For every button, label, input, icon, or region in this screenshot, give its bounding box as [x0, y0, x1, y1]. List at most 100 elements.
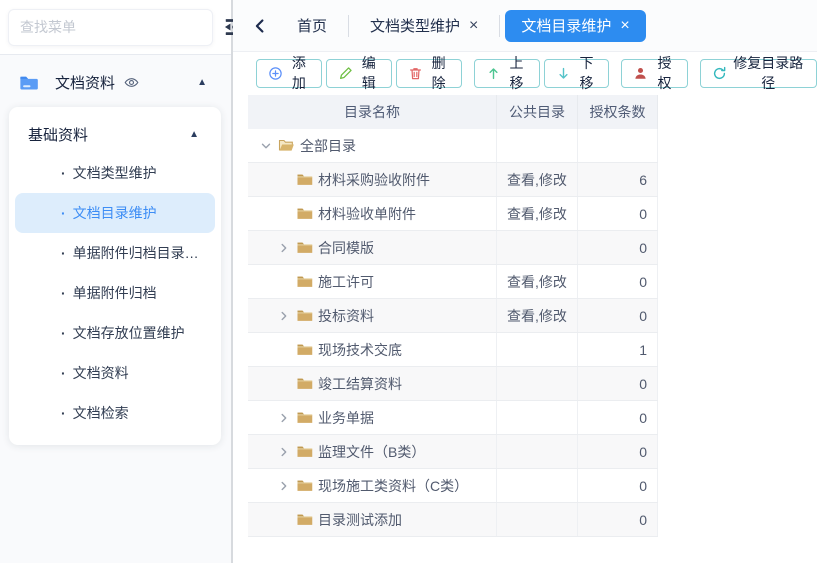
collapse-caret-icon[interactable]: ▲ — [189, 129, 209, 140]
tab-label: 文档目录维护 — [521, 15, 611, 36]
column-header-1: 公共目录 — [497, 95, 578, 129]
toolbar-button-label: 下移 — [576, 53, 598, 93]
sidebar-item-5[interactable]: ·文档资料 — [15, 353, 215, 393]
submenu-header-basic-data[interactable]: 基础资料 ▲ — [15, 113, 215, 153]
cell-directory-name: 材料验收单附件 — [248, 197, 497, 230]
cell-public-directory — [497, 503, 578, 536]
tab-1[interactable]: 文档类型维护 × — [354, 10, 494, 42]
tab-close-icon[interactable]: × — [469, 18, 478, 34]
toolbar-group-0: 添加编辑删除 — [256, 59, 462, 88]
directory-table: 目录名称公共目录授权条数 全部目录材料采购验收附件查看,修改6材料验收单附件查看… — [248, 95, 658, 537]
directory-name[interactable]: 施工许可 — [318, 272, 374, 292]
sidebar-group-label: 文档资料 — [55, 72, 115, 93]
table-row-11[interactable]: 目录测试添加 0 — [248, 503, 658, 537]
table-row-2[interactable]: 材料验收单附件查看,修改0 — [248, 197, 658, 231]
sidebar-submenu-card: 基础资料 ▲ ·文档类型维护·文档目录维护·单据附件归档目录…·单据附件归档·文… — [9, 107, 221, 445]
sidebar-item-label: 文档目录维护 — [73, 203, 157, 223]
table-row-5[interactable]: 投标资料查看,修改0 — [248, 299, 658, 333]
bullet-icon: · — [61, 405, 66, 421]
folder-icon — [296, 477, 313, 494]
cell-directory-name: 监理文件（B类） — [248, 435, 497, 468]
sidebar-item-label: 单据附件归档目录… — [73, 243, 199, 263]
tab-close-icon[interactable]: × — [620, 18, 629, 34]
cell-directory-name: 竣工结算资料 — [248, 367, 497, 400]
directory-name[interactable]: 业务单据 — [318, 408, 374, 428]
toolbar-button-label: 修复目录路径 — [732, 53, 805, 93]
toolbar-group-1: 上移下移 — [474, 59, 610, 88]
tabs-container: 首页 文档类型维护 × 文档目录维护 × — [281, 10, 646, 42]
sidebar-item-2[interactable]: · 单据附件归档目录… — [15, 233, 215, 273]
table-row-0[interactable]: 全部目录 — [248, 129, 658, 163]
cell-directory-name: 合同模版 — [248, 231, 497, 264]
directory-name[interactable]: 目录测试添加 — [318, 510, 402, 530]
refresh-button[interactable]: 修复目录路径 — [700, 59, 817, 88]
folder-icon — [296, 205, 313, 222]
cell-auth-count: 0 — [578, 503, 658, 536]
sidebar-item-3[interactable]: ·单据附件归档 — [15, 273, 215, 313]
tab-2-active[interactable]: 文档目录维护 × — [505, 10, 645, 42]
folder-icon — [296, 307, 313, 324]
plus-circle-button[interactable]: 添加 — [256, 59, 322, 88]
table-row-6[interactable]: 现场技术交底1 — [248, 333, 658, 367]
sidebar-item-label: 单据附件归档 — [73, 283, 157, 303]
search-input[interactable] — [8, 9, 213, 46]
arrow-up-button[interactable]: 上移 — [474, 59, 540, 88]
bullet-icon: · — [61, 365, 66, 381]
main-panel: 首页文档类型维护×文档目录维护× 添加编辑删除上移下移授权修复目录路径 目录名称… — [233, 0, 817, 563]
expand-chevron-right-icon[interactable] — [278, 446, 296, 458]
directory-name[interactable]: 现场施工类资料（C类） — [318, 476, 468, 496]
expand-chevron-right-icon[interactable] — [278, 412, 296, 424]
arrow-down-button[interactable]: 下移 — [544, 59, 610, 88]
cell-auth-count: 6 — [578, 163, 658, 196]
cell-auth-count: 0 — [578, 401, 658, 434]
tab-0[interactable]: 首页 — [281, 10, 343, 42]
table-row-4[interactable]: 施工许可查看,修改0 — [248, 265, 658, 299]
pencil-icon — [338, 66, 353, 81]
directory-name[interactable]: 竣工结算资料 — [318, 374, 402, 394]
toolbar-button-label: 上移 — [506, 53, 528, 93]
bullet-icon: · — [61, 325, 66, 341]
sidebar-item-label: 文档检索 — [73, 403, 129, 423]
user-button[interactable]: 授权 — [621, 59, 687, 88]
expand-chevron-right-icon[interactable] — [278, 310, 296, 322]
table-row-7[interactable]: 竣工结算资料0 — [248, 367, 658, 401]
directory-name[interactable]: 监理文件（B类） — [318, 442, 425, 462]
cell-directory-name: 目录测试添加 — [248, 503, 497, 536]
table-row-3[interactable]: 合同模版0 — [248, 231, 658, 265]
table-row-10[interactable]: 现场施工类资料（C类）0 — [248, 469, 658, 503]
eye-icon[interactable] — [124, 75, 139, 90]
sidebar-item-label: 文档类型维护 — [73, 163, 157, 183]
bullet-icon: · — [61, 245, 66, 261]
sidebar-group-docs[interactable]: 文档资料 ▲ — [9, 68, 221, 107]
collapse-caret-icon[interactable]: ▲ — [197, 77, 215, 88]
expand-chevron-down-icon[interactable] — [260, 140, 278, 152]
toolbar-button-label: 删除 — [428, 53, 450, 93]
sidebar-item-0[interactable]: ·文档类型维护 — [15, 153, 215, 193]
directory-name[interactable]: 合同模版 — [318, 238, 374, 258]
directory-name[interactable]: 材料采购验收附件 — [318, 170, 430, 190]
pencil-button[interactable]: 编辑 — [326, 59, 392, 88]
sidebar-item-4[interactable]: ·文档存放位置维护 — [15, 313, 215, 353]
cell-auth-count: 0 — [578, 299, 658, 332]
directory-name[interactable]: 投标资料 — [318, 306, 374, 326]
table-row-1[interactable]: 材料采购验收附件查看,修改6 — [248, 163, 658, 197]
expand-chevron-right-icon[interactable] — [278, 480, 296, 492]
tab-label: 文档类型维护 — [370, 15, 460, 36]
trash-button[interactable]: 删除 — [396, 59, 462, 88]
tabs-back-chevron-icon[interactable] — [247, 18, 273, 34]
arrow-up-icon — [486, 66, 501, 81]
sidebar-item-6[interactable]: · 文档检索 — [15, 393, 215, 433]
table-row-9[interactable]: 监理文件（B类）0 — [248, 435, 658, 469]
toolbar: 添加编辑删除上移下移授权修复目录路径 — [233, 52, 817, 88]
expand-chevron-right-icon[interactable] — [278, 242, 296, 254]
folder-icon — [296, 239, 313, 256]
cell-public-directory — [497, 231, 578, 264]
directory-name[interactable]: 现场技术交底 — [318, 340, 402, 360]
sidebar-menu: 文档资料 ▲ 基础资料 ▲ ·文档类型维护·文档目录维护·单据附件归档目录…·单… — [0, 55, 231, 563]
sidebar-item-1[interactable]: ·文档目录维护 — [15, 193, 215, 233]
table-row-8[interactable]: 业务单据 0 — [248, 401, 658, 435]
toolbar-button-label: 授权 — [653, 53, 675, 93]
directory-name[interactable]: 材料验收单附件 — [318, 204, 416, 224]
directory-name[interactable]: 全部目录 — [300, 136, 356, 156]
tab-label: 首页 — [297, 15, 327, 36]
